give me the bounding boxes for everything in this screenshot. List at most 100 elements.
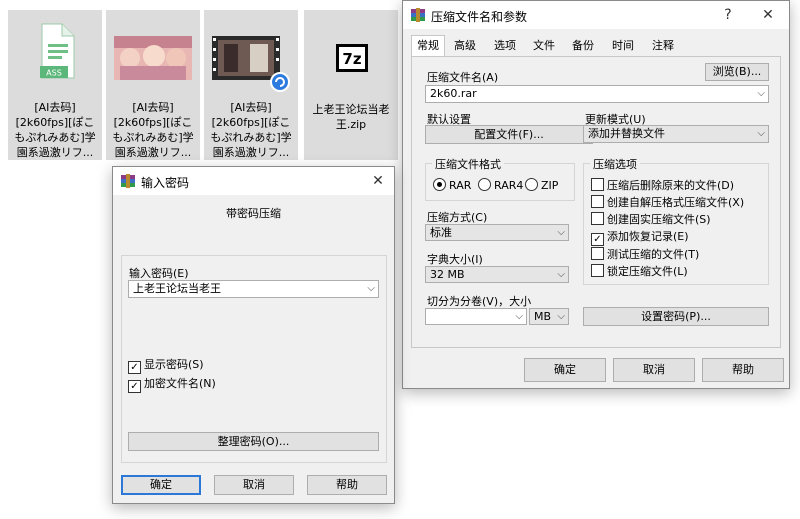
password-dialog-title: 输入密码: [141, 176, 190, 190]
radio-icon: [478, 178, 491, 191]
archive-format-title: 压缩文件格式: [432, 156, 504, 172]
chevron-down-icon: ⌵: [757, 128, 765, 139]
winrar-icon: [411, 8, 425, 22]
show-password-checkbox[interactable]: ✓ 显示密码(S): [128, 356, 204, 374]
file-tile-zip[interactable]: 7z 上老王论坛当老 王.zip: [304, 10, 398, 160]
password-input[interactable]: 上老王论坛当老王 ⌵: [128, 280, 379, 298]
option-delete-after[interactable]: 压缩后删除原来的文件(D): [591, 177, 734, 193]
split-unit-value: MB: [534, 310, 552, 323]
encrypt-names-label: 加密文件名(N): [144, 377, 216, 390]
option-solid[interactable]: 创建固实压缩文件(S): [591, 211, 711, 227]
password-dialog-titlebar[interactable]: 输入密码 ✕: [113, 167, 394, 195]
winrar-icon: [121, 174, 135, 188]
password-value: 上老王论坛当老王: [133, 282, 221, 295]
format-zip-radio[interactable]: ZIP: [525, 178, 558, 192]
set-password-button[interactable]: 设置密码(P)...: [583, 307, 769, 326]
organize-passwords-button[interactable]: 整理密码(O)...: [128, 432, 379, 451]
split-size-combo[interactable]: ⌵: [425, 308, 527, 325]
ok-button[interactable]: 确定: [524, 358, 606, 382]
file-caption: [AI去码] [2k60fps][ぽこ もぷれみあむ]学 園系過激リフ...: [14, 101, 96, 159]
format-rar4-label: RAR4: [494, 179, 524, 192]
file-tile-image[interactable]: [AI去码] [2k60fps][ぽこ もぷれみあむ]学 園系過激リフ...: [106, 10, 200, 160]
format-rar-label: RAR: [449, 179, 472, 192]
option-recovery-record[interactable]: ✓ 添加恢复记录(E): [591, 228, 689, 246]
close-icon[interactable]: ✕: [363, 170, 393, 192]
tab-backup[interactable]: 备份: [565, 36, 601, 56]
compression-options-title: 压缩选项: [590, 156, 640, 172]
help-icon[interactable]: ?: [713, 4, 743, 26]
option-label: 添加恢复记录(E): [607, 230, 689, 243]
tab-general[interactable]: 常规: [411, 35, 445, 57]
chevron-down-icon: ⌵: [557, 227, 565, 238]
option-label: 创建固实压缩文件(S): [607, 213, 711, 226]
dictionary-value: 32 MB: [430, 268, 465, 281]
tab-time[interactable]: 时间: [605, 36, 641, 56]
file-caption: [AI去码] [2k60fps][ぽこ もぷれみあむ]学 園系過激リフ...: [210, 101, 292, 159]
browse-button[interactable]: 浏览(B)...: [705, 63, 769, 81]
method-value: 标准: [430, 226, 452, 239]
checkbox-icon: [591, 247, 604, 260]
archive-dialog-titlebar[interactable]: 压缩文件名和参数 ? ✕: [403, 1, 789, 29]
tab-options[interactable]: 选项: [487, 36, 523, 56]
option-label: 压缩后删除原来的文件(D): [607, 179, 735, 192]
checkbox-icon: [591, 178, 604, 191]
format-rar4-radio[interactable]: RAR4: [478, 178, 523, 192]
tab-advanced[interactable]: 高级: [447, 36, 483, 56]
format-zip-label: ZIP: [541, 179, 559, 192]
ass-file-icon: ASS: [40, 23, 75, 79]
radio-icon: [525, 178, 538, 191]
chevron-down-icon: ⌵: [557, 269, 565, 280]
split-unit-select[interactable]: MB ⌵: [529, 308, 569, 325]
7z-archive-icon: 7z: [336, 44, 368, 72]
checkbox-checked-icon: ✓: [128, 380, 141, 393]
chevron-down-icon: ⌵: [757, 88, 765, 99]
split-volumes-label: 切分为分卷(V)，大小: [427, 295, 532, 308]
cancel-button[interactable]: 取消: [214, 475, 294, 495]
help-button[interactable]: 帮助: [702, 358, 784, 382]
file-tile-ass[interactable]: ASS [AI去码] [2k60fps][ぽこ もぷれみあむ]学 園系過激リフ.…: [8, 10, 102, 160]
password-dialog: 输入密码 ✕ 带密码压缩 输入密码(E) 上老王论坛当老王 ⌵ ✓ 显示密码(S)…: [112, 166, 395, 504]
method-select[interactable]: 标准 ⌵: [425, 224, 569, 241]
checkbox-checked-icon: ✓: [591, 233, 604, 246]
option-test-files[interactable]: 测试压缩的文件(T): [591, 246, 699, 262]
dictionary-select[interactable]: 32 MB ⌵: [425, 266, 569, 283]
file-tile-video[interactable]: [AI去码] [2k60fps][ぽこ もぷれみあむ]学 園系過激リフ...: [204, 10, 298, 160]
file-caption: 上老王论坛当老 王.zip: [312, 103, 390, 131]
update-mode-select[interactable]: 添加并替换文件 ⌵: [583, 125, 769, 143]
checkbox-icon: [591, 212, 604, 225]
archive-name-label: 压缩文件名(A): [427, 71, 499, 84]
chevron-down-icon: ⌵: [515, 311, 523, 322]
option-lock-archive[interactable]: 锁定压缩文件(L): [591, 263, 688, 279]
update-mode-value: 添加并替换文件: [588, 127, 665, 140]
chevron-down-icon: ⌵: [557, 311, 565, 322]
show-password-label: 显示密码(S): [144, 358, 204, 371]
chevron-down-icon: ⌵: [367, 283, 375, 294]
ok-button[interactable]: 确定: [121, 475, 201, 495]
file-caption: [AI去码] [2k60fps][ぽこ もぷれみあむ]学 園系過激リフ...: [112, 101, 194, 159]
profiles-button[interactable]: 配置文件(F)...: [425, 125, 593, 144]
archive-params-dialog: 压缩文件名和参数 ? ✕ 常规 高级 选项 文件 备份 时间 注释 压缩文件名(…: [402, 0, 790, 389]
checkbox-icon: [591, 195, 604, 208]
tab-comment[interactable]: 注释: [645, 36, 681, 56]
option-label: 锁定压缩文件(L): [607, 265, 688, 278]
7z-badge: 7z: [342, 50, 361, 68]
option-label: 测试压缩的文件(T): [607, 248, 700, 261]
archive-name-value: 2k60.rar: [430, 87, 477, 100]
image-thumbnail: [114, 36, 192, 80]
video-thumbnail: [212, 36, 290, 92]
password-field-label: 输入密码(E): [129, 267, 189, 280]
option-sfx[interactable]: 创建自解压格式压缩文件(X): [591, 194, 744, 210]
tab-files[interactable]: 文件: [527, 36, 561, 56]
option-label: 创建自解压格式压缩文件(X): [607, 196, 745, 209]
archive-name-combo[interactable]: 2k60.rar ⌵: [425, 85, 769, 103]
encrypt-names-checkbox[interactable]: ✓ 加密文件名(N): [128, 375, 216, 393]
dictionary-label: 字典大小(I): [427, 253, 483, 266]
method-label: 压缩方式(C): [427, 211, 488, 224]
ass-badge: ASS: [46, 69, 62, 78]
cancel-button[interactable]: 取消: [613, 358, 695, 382]
help-button[interactable]: 帮助: [307, 475, 387, 495]
format-rar-radio[interactable]: RAR: [433, 178, 471, 192]
radio-selected-icon: [433, 178, 446, 191]
close-icon[interactable]: ✕: [753, 4, 783, 26]
checkbox-checked-icon: ✓: [128, 361, 141, 374]
